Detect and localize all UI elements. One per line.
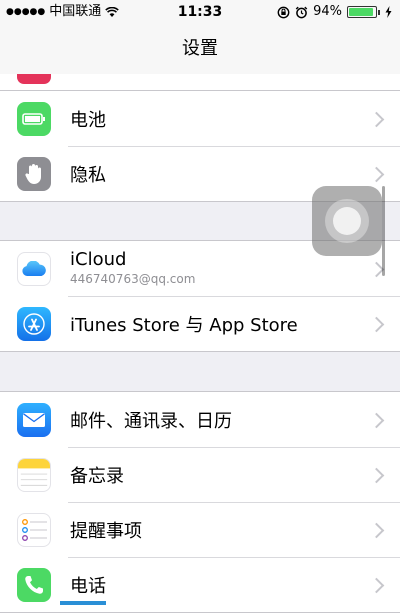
settings-row-label: 邮件、通讯录、日历	[70, 410, 232, 432]
icloud-labels: iCloud 446740763@qq.com	[70, 249, 195, 287]
settings-row-label: iTunes Store 与 App Store	[70, 314, 298, 336]
settings-row-label: 电池	[70, 109, 106, 131]
assistive-touch-button[interactable]	[312, 186, 382, 256]
partial-app-icon	[17, 74, 51, 84]
nav-bar: 设置	[0, 24, 400, 74]
chevron-right-icon	[368, 166, 385, 182]
app-store-icon	[17, 306, 51, 341]
settings-row-label: 电话	[70, 575, 106, 597]
chevron-right-icon	[368, 111, 385, 127]
scroll-indicator	[382, 186, 385, 276]
account-email: 446740763@qq.com	[70, 272, 196, 286]
chevron-right-icon	[368, 577, 385, 593]
settings-row-mail-contacts-calendar[interactable]: 邮件、通讯录、日历	[0, 392, 400, 447]
assistive-touch-inner-dot	[333, 207, 361, 235]
battery-fill	[349, 8, 374, 16]
settings-row-notes[interactable]: 备忘录	[0, 447, 400, 502]
mail-icon	[17, 402, 51, 437]
status-right: 94%	[277, 0, 392, 24]
settings-group-accounts: iCloud 446740763@qq.com iTunes Store 与 A…	[0, 240, 400, 352]
battery-percent: 94%	[313, 4, 342, 19]
settings-group-apps: 邮件、通讯录、日历 备忘录 提醒事项 电话	[0, 391, 400, 613]
chevron-right-icon	[368, 467, 385, 483]
charging-icon	[385, 6, 392, 18]
alarm-icon	[295, 6, 308, 18]
battery-level-icon	[347, 6, 377, 18]
settings-row-battery[interactable]: 电池	[0, 91, 400, 146]
settings-row-label: 隐私	[70, 164, 106, 186]
settings-row-label: 备忘录	[70, 465, 124, 487]
icloud-icon	[17, 251, 51, 286]
battery-tip	[378, 9, 380, 15]
battery-icon	[17, 101, 51, 136]
notes-icon	[17, 457, 51, 492]
reminders-icon	[17, 512, 51, 547]
hand-icon	[17, 156, 51, 191]
chevron-right-icon	[368, 316, 385, 332]
chevron-right-icon	[368, 522, 385, 538]
settings-row-app-store[interactable]: iTunes Store 与 App Store	[0, 296, 400, 351]
settings-row-label: iCloud	[70, 249, 127, 270]
partial-next-item-icon	[60, 601, 106, 605]
orientation-lock-icon	[277, 6, 290, 18]
page-title: 设置	[182, 38, 218, 59]
status-bar: ●●●●● 中国联通 11:33 94%	[0, 0, 400, 24]
settings-row-reminders[interactable]: 提醒事项	[0, 502, 400, 557]
partial-list-item[interactable]	[0, 74, 400, 91]
chevron-right-icon	[368, 412, 385, 428]
phone-icon	[17, 567, 51, 602]
settings-row-label: 提醒事项	[70, 520, 142, 542]
